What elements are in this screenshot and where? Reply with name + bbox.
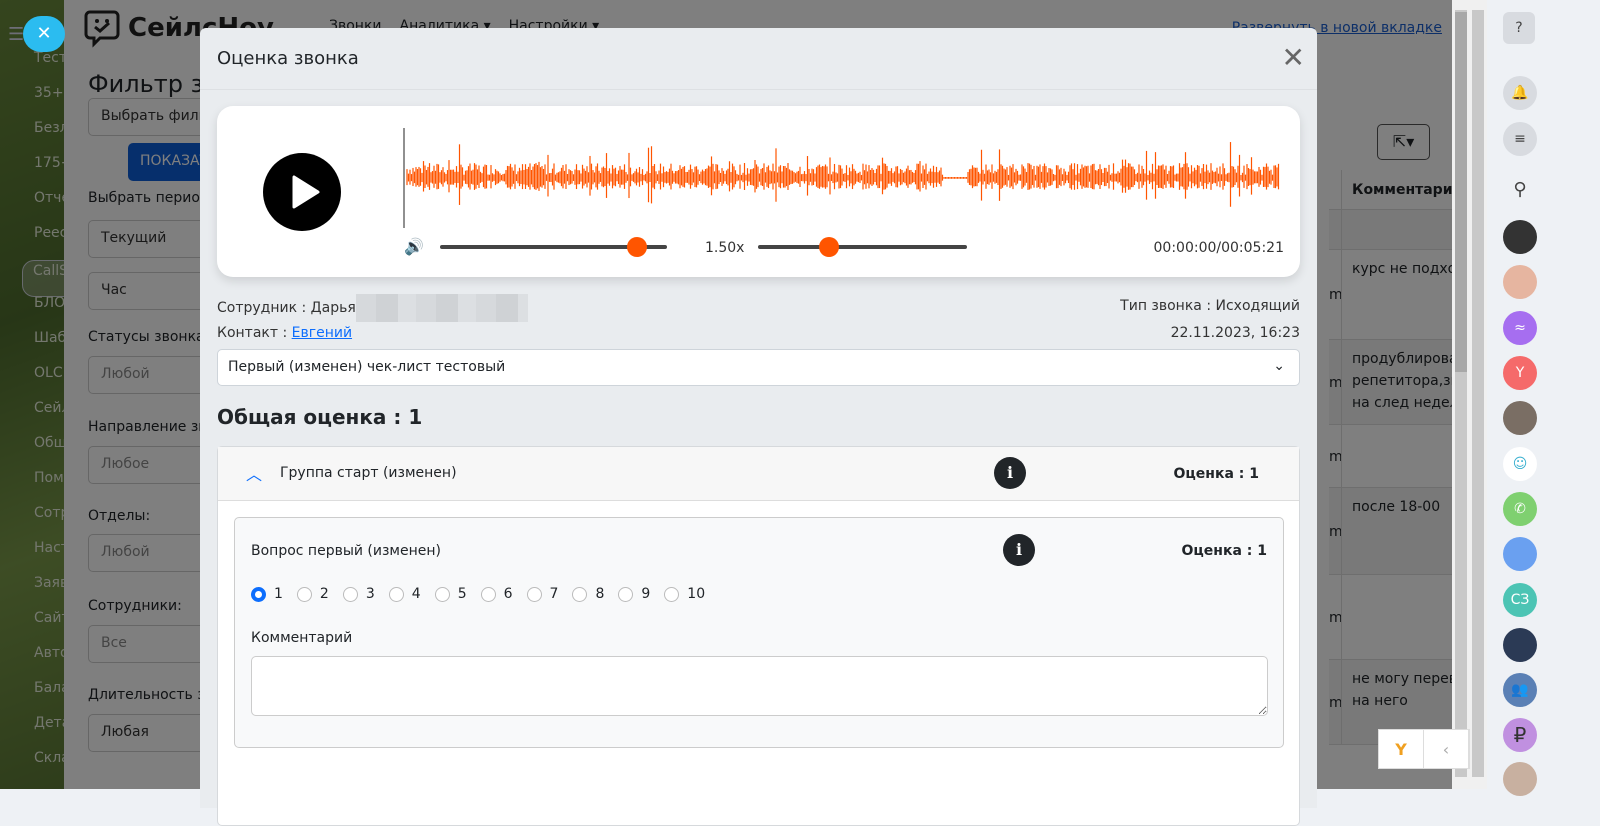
group-header[interactable]: ︿ Группа старт (изменен) i Оценка : 1 (218, 447, 1299, 501)
search-icon[interactable]: ⚲ (1503, 172, 1537, 206)
avatar[interactable] (1503, 220, 1537, 254)
question-score: Оценка : 1 (1181, 543, 1267, 559)
radio-button[interactable] (251, 586, 266, 602)
speed-label: 1.50x (705, 240, 745, 256)
avatar[interactable] (1503, 537, 1537, 571)
comment-label: Комментарий (251, 630, 353, 646)
score-radio-7[interactable]: 7 (526, 586, 559, 602)
avatar[interactable] (1503, 265, 1537, 299)
group-chat-icon[interactable]: 👥 (1503, 673, 1537, 707)
contact-link[interactable]: Евгений (292, 325, 352, 341)
modal-title: Оценка звонка (217, 48, 359, 69)
radio-button[interactable] (526, 586, 542, 602)
radio-button[interactable] (572, 586, 588, 602)
scrollbar-track[interactable] (1472, 10, 1484, 777)
avatar[interactable]: СЗ (1503, 583, 1537, 617)
blurred-name (355, 294, 528, 322)
help-icon[interactable]: ? (1503, 12, 1535, 44)
call-rating-modal: Оценка звонка ✕ 🔊 1.50x 00:00:00/00:05:21… (200, 28, 1317, 826)
speed-slider[interactable] (758, 237, 967, 257)
score-radio-2[interactable]: 2 (296, 586, 329, 602)
waveform[interactable] (403, 128, 1283, 228)
radio-label: 9 (641, 586, 651, 602)
radio-button[interactable] (342, 586, 358, 602)
radio-label: 8 (595, 586, 605, 602)
scrollbar[interactable] (1452, 0, 1487, 789)
radio-button[interactable] (664, 586, 680, 602)
radio-button[interactable] (618, 586, 634, 602)
group-title: Группа старт (изменен) (280, 465, 457, 481)
volume-knob[interactable] (627, 237, 648, 257)
score-radio-6[interactable]: 6 (480, 586, 513, 602)
contact-info: Контакт : Евгений (217, 325, 352, 341)
score-radio-10[interactable]: 10 (664, 586, 705, 602)
score-radio-1[interactable]: 1 (251, 586, 283, 602)
score-radio-4[interactable]: 4 (388, 586, 421, 602)
radio-label: 2 (319, 586, 329, 602)
score-radio-3[interactable]: 3 (342, 586, 375, 602)
checklist-select[interactable]: Первый (изменен) чек-лист тестовый ⌄ (217, 349, 1300, 386)
ruble-icon[interactable]: ₽ (1503, 718, 1537, 752)
question-title: Вопрос первый (изменен) (251, 543, 441, 559)
volume-slider[interactable] (440, 237, 667, 257)
employee-info: Сотрудник : Дарья (217, 294, 528, 322)
radio-label: 5 (457, 586, 467, 602)
time-display: 00:00:00/00:05:21 (1153, 240, 1284, 256)
audio-player: 🔊 1.50x 00:00:00/00:05:21 (217, 106, 1300, 277)
avatar[interactable]: ☺ (1503, 447, 1537, 481)
radio-label: 3 (365, 586, 375, 602)
play-icon (292, 175, 320, 209)
score-radio-5[interactable]: 5 (434, 586, 467, 602)
comment-textarea[interactable] (251, 656, 1268, 716)
bell-icon[interactable]: 🔔 (1503, 76, 1537, 110)
phone-icon[interactable]: ✆ (1503, 492, 1537, 526)
chat-icon[interactable]: ≡ (1503, 122, 1537, 156)
radio-button[interactable] (480, 586, 496, 602)
call-type: Тип звонка : Исходящий (1120, 298, 1300, 314)
question-card: Вопрос первый (изменен) i Оценка : 1 1 2 3… (234, 517, 1284, 748)
scrollbar-track[interactable] (1455, 10, 1467, 777)
checklist-value: Первый (изменен) чек-лист тестовый (228, 359, 506, 375)
avatar[interactable] (1503, 628, 1537, 662)
speed-knob[interactable] (819, 237, 840, 257)
right-panel: ? 🔔 ≡ ⚲ ≈ Y ☺ ✆ СЗ 👥 ₽ (1487, 0, 1600, 796)
avatar[interactable]: Y (1503, 356, 1537, 390)
radio-label: 4 (411, 586, 421, 602)
radio-label: 10 (687, 586, 706, 602)
radio-button[interactable] (388, 586, 404, 602)
call-datetime: 22.11.2023, 16:23 (1170, 325, 1300, 341)
avatar[interactable] (1503, 401, 1537, 435)
radio-button[interactable] (434, 586, 450, 602)
info-icon[interactable]: i (994, 457, 1026, 489)
close-icon[interactable]: ✕ (1282, 44, 1305, 72)
chevron-down-icon: ⌄ (1273, 358, 1285, 374)
play-button[interactable] (263, 153, 341, 231)
avatar[interactable] (1503, 762, 1537, 796)
collapse-chevron-icon[interactable]: ‹ (1424, 730, 1469, 768)
score-radio-group: 1 2 3 4 5 6 7 8 9 10 (251, 586, 705, 602)
score-radio-8[interactable]: 8 (572, 586, 604, 602)
employee-label: Сотрудник : Дарья (217, 300, 356, 316)
radio-label: 1 (274, 586, 283, 602)
chevron-up-icon[interactable]: ︿ (246, 461, 262, 485)
contact-label: Контакт : (217, 325, 292, 341)
volume-icon[interactable]: 🔊 (404, 237, 424, 256)
radio-label: 6 (503, 586, 513, 602)
total-score: Общая оценка : 1 (217, 405, 423, 429)
info-icon[interactable]: i (1003, 534, 1035, 566)
group-score: Оценка : 1 (1173, 466, 1259, 482)
radio-button[interactable] (296, 586, 312, 602)
radio-label: 7 (549, 586, 559, 602)
score-radio-9[interactable]: 9 (618, 586, 650, 602)
avatar[interactable]: ≈ (1503, 311, 1537, 345)
yandex-logo-icon[interactable]: Y (1379, 730, 1424, 768)
criteria-group: ︿ Группа старт (изменен) i Оценка : 1 Во… (217, 446, 1300, 826)
close-sidebar-button[interactable]: ✕ (23, 16, 65, 52)
yandex-widget: Y ‹ (1378, 729, 1470, 769)
